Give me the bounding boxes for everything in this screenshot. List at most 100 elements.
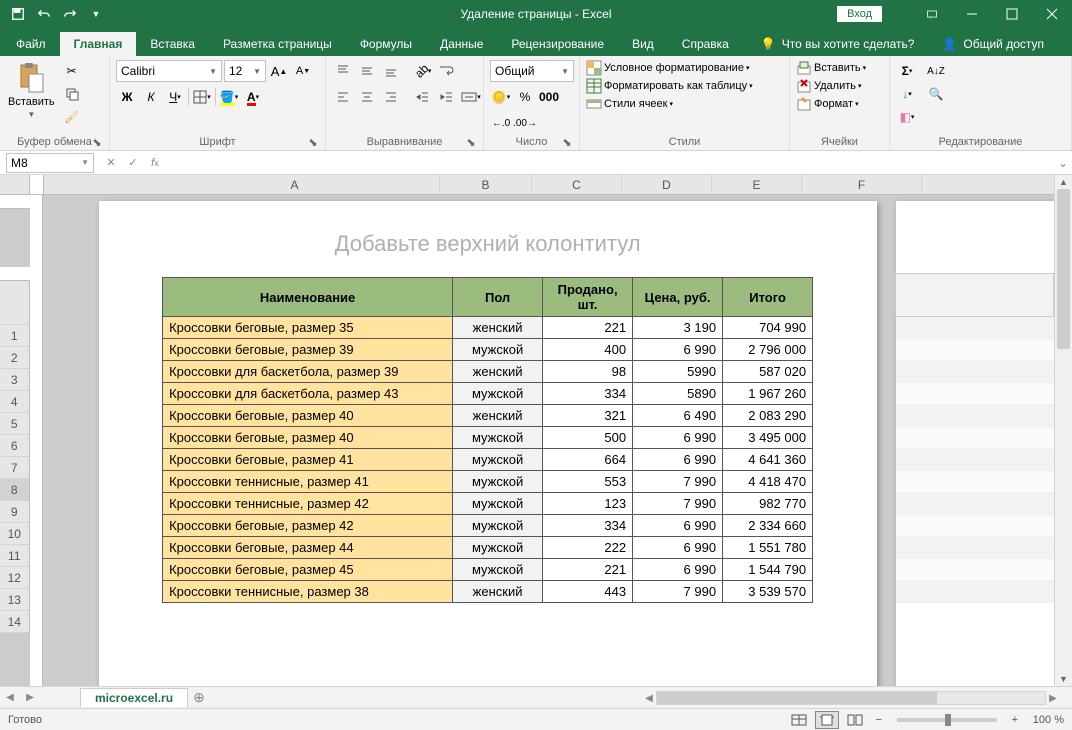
table-cell[interactable]: 7 990 [633,471,723,493]
table-cell[interactable]: 1 544 790 [723,559,813,581]
scroll-down-button[interactable]: ▼ [1055,672,1072,686]
clear-button[interactable]: ◧▾ [896,106,918,128]
column-header[interactable]: A [150,175,440,194]
empty-cell[interactable] [896,427,1054,449]
table-cell[interactable]: Кроссовки для баскетбола, размер 43 [163,383,453,405]
tab-data[interactable]: Данные [426,32,497,56]
align-left-button[interactable] [332,86,354,108]
row-header[interactable]: 4 [0,391,29,413]
copy-button[interactable] [61,83,83,105]
table-cell[interactable]: 6 990 [633,515,723,537]
table-cell[interactable]: 3 539 570 [723,581,813,603]
table-cell[interactable]: Кроссовки беговые, размер 45 [163,559,453,581]
row-header[interactable]: 8 [0,479,29,501]
empty-cell[interactable] [896,559,1054,581]
fill-color-button[interactable]: 🪣▾ [218,86,240,108]
align-bottom-button[interactable] [380,60,402,82]
table-cell[interactable]: 443 [543,581,633,603]
table-cell[interactable]: 6 990 [633,449,723,471]
formula-input[interactable] [166,153,1054,173]
empty-cell[interactable] [896,317,1054,339]
table-cell[interactable]: 664 [543,449,633,471]
zoom-out-button[interactable]: − [871,714,887,726]
select-all-corner[interactable] [0,175,30,194]
empty-cell[interactable] [896,449,1054,471]
table-cell[interactable]: Кроссовки беговые, размер 44 [163,537,453,559]
table-cell[interactable]: Кроссовки беговые, размер 39 [163,339,453,361]
maximize-icon[interactable] [992,0,1032,28]
zoom-slider[interactable] [897,718,997,722]
align-center-button[interactable] [356,86,378,108]
table-cell[interactable]: 321 [543,405,633,427]
column-header[interactable]: C [532,175,622,194]
table-cell[interactable]: 400 [543,339,633,361]
format-painter-button[interactable]: 🖌 [61,106,83,128]
zoom-level[interactable]: 100 % [1033,714,1064,726]
table-cell[interactable]: женский [453,317,543,339]
align-top-button[interactable] [332,60,354,82]
table-cell[interactable]: 6 490 [633,405,723,427]
table-cell[interactable]: 2 796 000 [723,339,813,361]
empty-cell[interactable] [896,581,1054,603]
table-cell[interactable]: Кроссовки беговые, размер 40 [163,427,453,449]
column-header[interactable]: B [440,175,532,194]
table-header-cell[interactable]: Наименование [163,278,453,317]
autosum-button[interactable]: Σ▾ [896,60,918,82]
table-cell[interactable]: 4 641 360 [723,449,813,471]
table-cell[interactable]: 334 [543,383,633,405]
table-cell[interactable]: 221 [543,559,633,581]
conditional-formatting-button[interactable]: Условное форматирование▾ [586,60,749,76]
table-cell[interactable]: 221 [543,317,633,339]
number-format-combo[interactable]: Общий▼ [490,60,574,82]
tab-home[interactable]: Главная [60,32,137,56]
table-cell[interactable]: 7 990 [633,581,723,603]
minimize-icon[interactable] [952,0,992,28]
table-cell[interactable]: 98 [543,361,633,383]
row-header[interactable]: 3 [0,369,29,391]
table-cell[interactable]: 6 990 [633,559,723,581]
scroll-up-button[interactable]: ▲ [1055,175,1072,189]
increase-font-button[interactable]: A▲ [268,60,290,82]
table-cell[interactable]: женский [453,361,543,383]
empty-cell[interactable] [896,471,1054,493]
table-cell[interactable]: Кроссовки беговые, размер 35 [163,317,453,339]
underline-button[interactable]: Ч▾ [164,86,186,108]
page-break-view-button[interactable] [843,711,867,729]
cancel-formula-button[interactable]: ✕ [100,153,122,173]
table-cell[interactable]: 4 418 470 [723,471,813,493]
table-cell[interactable]: 6 990 [633,339,723,361]
table-cell[interactable]: мужской [453,559,543,581]
increase-indent-button[interactable] [436,86,458,108]
hscroll-thumb[interactable] [657,692,937,704]
tell-me-search[interactable]: 💡 Что вы хотите сделать? [747,32,929,56]
table-header-cell[interactable]: Цена, руб. [633,278,723,317]
decrease-decimal-button[interactable]: .00→ [514,112,536,134]
table-header-cell[interactable]: Итого [723,278,813,317]
tab-file[interactable]: Файл [2,32,60,56]
format-as-table-button[interactable]: Форматировать как таблицу▾ [586,78,753,94]
border-button[interactable]: ▾ [191,86,213,108]
name-box[interactable]: M8▼ [6,153,94,173]
clipboard-dialog-launcher[interactable]: ⬊ [91,136,103,148]
table-cell[interactable]: Кроссовки теннисные, размер 41 [163,471,453,493]
save-icon[interactable] [6,2,30,26]
empty-cell[interactable] [896,383,1054,405]
decrease-font-button[interactable]: A▼ [292,60,314,82]
align-middle-button[interactable] [356,60,378,82]
ribbon-options-icon[interactable] [912,0,952,28]
close-icon[interactable] [1032,0,1072,28]
empty-cell[interactable] [896,493,1054,515]
table-cell[interactable]: 7 990 [633,493,723,515]
increase-decimal-button[interactable]: ←.0 [490,112,512,134]
empty-cell[interactable] [896,537,1054,559]
sheet-tab[interactable]: microexcel.ru [80,688,188,707]
tab-review[interactable]: Рецензирование [497,32,618,56]
new-sheet-button[interactable]: ⊕ [188,687,210,709]
row-header[interactable]: 2 [0,347,29,369]
accounting-format-button[interactable]: 🪙▾ [490,86,512,108]
table-cell[interactable]: мужской [453,383,543,405]
table-cell[interactable]: 5990 [633,361,723,383]
merge-button[interactable]: ▾ [460,86,482,108]
table-cell[interactable]: мужской [453,339,543,361]
fill-button[interactable]: ↓▾ [896,83,918,105]
